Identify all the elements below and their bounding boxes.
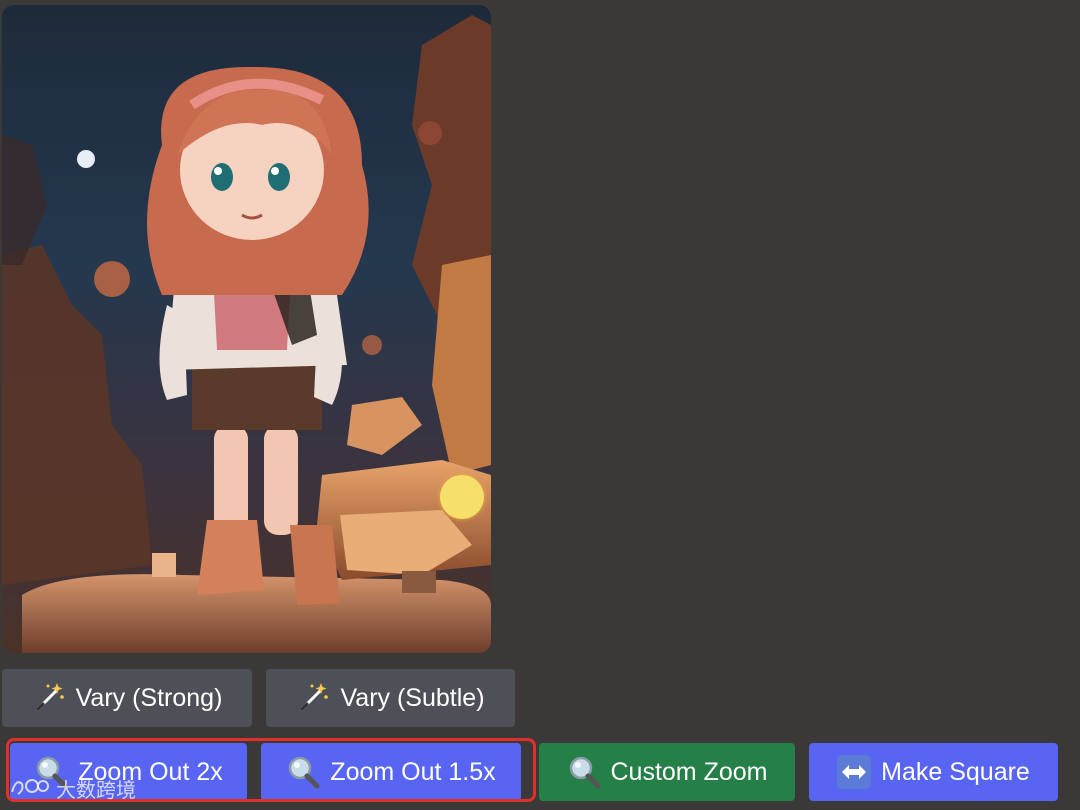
watermark-logo-icon (10, 774, 50, 803)
watermark-text: 大数跨境 (56, 778, 136, 802)
make-square-label: Make Square (881, 757, 1030, 786)
chibi-girl-illustration (2, 15, 491, 653)
left-right-arrow-icon (837, 755, 872, 789)
magnifier-icon (567, 755, 601, 789)
custom-zoom-label: Custom Zoom (610, 757, 768, 786)
magic-wand-icon (32, 681, 66, 715)
vary-subtle-button[interactable]: Vary (Subtle) (266, 669, 515, 727)
watermark: 大数跨境 (10, 774, 136, 803)
vary-strong-label: Vary (Strong) (75, 683, 223, 712)
custom-zoom-button[interactable]: Custom Zoom (539, 743, 795, 801)
generated-image[interactable] (2, 5, 491, 653)
vary-subtle-label: Vary (Subtle) (340, 683, 485, 712)
make-square-button[interactable]: Make Square (809, 743, 1058, 801)
vary-strong-button[interactable]: Vary (Strong) (2, 669, 252, 727)
magic-wand-icon (296, 681, 330, 715)
